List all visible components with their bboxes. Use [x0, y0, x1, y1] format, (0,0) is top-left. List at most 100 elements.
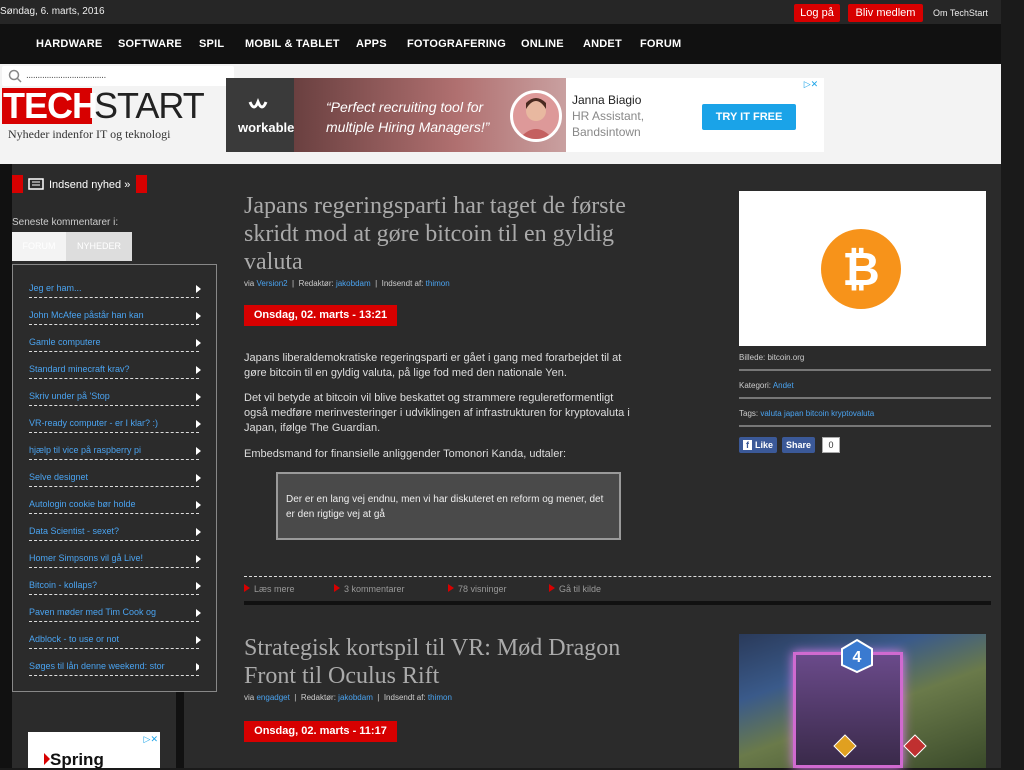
facebook-share-button[interactable]: Share	[782, 437, 816, 453]
list-item[interactable]: Jeg er ham...	[29, 283, 201, 298]
submit-right-marker	[136, 175, 147, 193]
arrow-icon	[196, 501, 201, 509]
login-button[interactable]: Log på	[794, 4, 840, 22]
facebook-like-button[interactable]: f Like	[739, 437, 778, 453]
arrow-icon	[196, 447, 201, 455]
spring-ad-label: Spring	[50, 750, 104, 769]
list-item[interactable]: Paven møder med Tim Cook og	[29, 607, 201, 622]
category: Kategori: Andet	[739, 381, 794, 390]
nav-fotografering[interactable]: FOTOGRAFERING	[407, 38, 506, 50]
tag-link[interactable]: valuta	[760, 409, 781, 418]
workable-logo-icon	[248, 97, 268, 109]
arrow-icon	[196, 663, 199, 671]
nav-hardware[interactable]: HARDWARE	[36, 38, 102, 50]
arrow-icon	[196, 393, 201, 401]
article-meta: via engadget | Redaktør: jakobdam | Inds…	[244, 693, 452, 702]
register-button[interactable]: Bliv medlem	[848, 4, 923, 22]
divider	[739, 369, 991, 371]
list-item[interactable]: Homer Simpsons vil gå Live!	[29, 553, 201, 568]
list-item[interactable]: Gamle computere	[29, 337, 201, 352]
tags: Tags: valuta japan bitcoin kryptovaluta	[739, 409, 875, 418]
arrow-icon	[196, 555, 201, 563]
views-count: 78 visninger	[448, 584, 507, 594]
attack-gem-icon	[833, 734, 857, 758]
article-date: Onsdag, 02. marts - 11:17	[244, 721, 397, 742]
health-gem-icon	[903, 734, 927, 758]
list-item[interactable]: Skriv under på 'Stop	[29, 391, 201, 406]
site-logo[interactable]: TECH START	[2, 88, 205, 124]
list-item[interactable]: VR-ready computer - er I klar? :)	[29, 418, 201, 433]
list-item[interactable]: Adblock - to use or not	[29, 634, 201, 649]
category-link[interactable]: Andet	[773, 381, 794, 390]
ad-person-company: Bandsintown	[572, 125, 641, 139]
ad-cta-button[interactable]: TRY IT FREE	[702, 104, 796, 130]
nav-forum[interactable]: FORUM	[640, 38, 681, 50]
divider	[244, 576, 991, 577]
source-link[interactable]: Gå til kilde	[549, 584, 601, 594]
facebook-icon: f	[743, 440, 752, 450]
nav-software[interactable]: SOFTWARE	[118, 38, 182, 50]
arrow-icon	[196, 582, 201, 590]
list-item[interactable]: Bitcoin - kollaps?	[29, 580, 201, 595]
ad-person: Janna Biagio HR Assistant, Bandsintown	[572, 92, 644, 140]
list-item[interactable]: John McAfee påstår han kan	[29, 310, 201, 325]
latest-comments-heading: Seneste kommentarer i:	[12, 217, 119, 228]
arrow-icon	[196, 636, 201, 644]
search-placeholder: ...................................	[26, 70, 106, 81]
article-title[interactable]: Japans regeringsparti har taget de først…	[244, 192, 664, 276]
arrow-icon	[244, 584, 250, 592]
arrow-icon	[448, 584, 454, 592]
tab-news[interactable]: NYHEDER	[66, 232, 132, 261]
article-image[interactable]: 4	[739, 634, 986, 768]
sidebar-divider	[176, 692, 184, 768]
submitter-link[interactable]: thimon	[426, 279, 450, 288]
list-item[interactable]: Søges til lån denne weekend: stor	[29, 661, 199, 676]
nav-spil[interactable]: SPIL	[199, 38, 224, 50]
submit-left-marker	[12, 175, 23, 193]
arrow-icon	[196, 366, 201, 374]
list-item[interactable]: Selve designet	[29, 472, 201, 487]
current-date: Søndag, 6. marts, 2016	[0, 6, 105, 17]
article-title[interactable]: Strategisk kortspil til VR: Mød Dragon F…	[244, 634, 664, 690]
editor-link[interactable]: jakobdam	[338, 693, 373, 702]
comments-link[interactable]: 3 kommentarer	[334, 584, 405, 594]
list-item[interactable]: Data Scientist - sexet?	[29, 526, 201, 541]
spring-ad[interactable]: ▷✕ Spring	[28, 732, 160, 769]
nav-online[interactable]: ONLINE	[521, 38, 564, 50]
arrow-icon	[196, 312, 201, 320]
article-paragraph: Embedsmand for finansielle anliggender T…	[244, 448, 567, 460]
tab-forum[interactable]: FORUM	[12, 232, 66, 261]
list-item[interactable]: Autologin cookie bør holde	[29, 499, 201, 514]
list-item[interactable]: hjælp til vice på raspberry pi	[29, 445, 201, 460]
arrow-icon	[334, 584, 340, 592]
tag-link[interactable]: bitcoin	[806, 409, 829, 418]
source-link[interactable]: engadget	[256, 693, 289, 702]
tag-link[interactable]: japan	[784, 409, 804, 418]
arrow-icon	[196, 609, 201, 617]
bitcoin-icon: ₿	[821, 229, 901, 309]
read-more-link[interactable]: Læs mere	[244, 584, 295, 594]
nav-mobil-tablet[interactable]: MOBIL & TABLET	[245, 38, 340, 50]
tag-link[interactable]: kryptovaluta	[831, 409, 874, 418]
article-image[interactable]: ₿	[739, 191, 986, 346]
nav-andet[interactable]: ANDET	[583, 38, 622, 50]
ad-person-name: Janna Biagio	[572, 93, 642, 107]
source-link[interactable]: Version2	[256, 279, 287, 288]
submitter-link[interactable]: thimon	[428, 693, 452, 702]
submit-news-link[interactable]: Indsend nyhed »	[12, 175, 148, 193]
top-bar: Søndag, 6. marts, 2016 Log på Bliv medle…	[0, 0, 1001, 24]
arrow-icon	[196, 339, 201, 347]
editor-link[interactable]: jakobdam	[336, 279, 371, 288]
article-date: Onsdag, 02. marts - 13:21	[244, 305, 397, 326]
list-item[interactable]: Standard minecraft krav?	[29, 364, 201, 379]
nav-apps[interactable]: APPS	[356, 38, 387, 50]
article-paragraph: Japans liberaldemokratiske regeringspart…	[244, 352, 622, 379]
ad-choices-icon[interactable]: ▷✕	[798, 78, 824, 90]
search-input[interactable]: ...................................	[2, 66, 234, 86]
arrow-icon	[196, 474, 201, 482]
about-link[interactable]: Om TechStart	[933, 8, 988, 18]
ad-choices-icon[interactable]: ▷✕	[144, 734, 158, 745]
arrow-icon	[196, 285, 201, 293]
banner-ad[interactable]: workable “Perfect recruiting tool for mu…	[226, 78, 824, 152]
share-count: 0	[822, 437, 840, 453]
